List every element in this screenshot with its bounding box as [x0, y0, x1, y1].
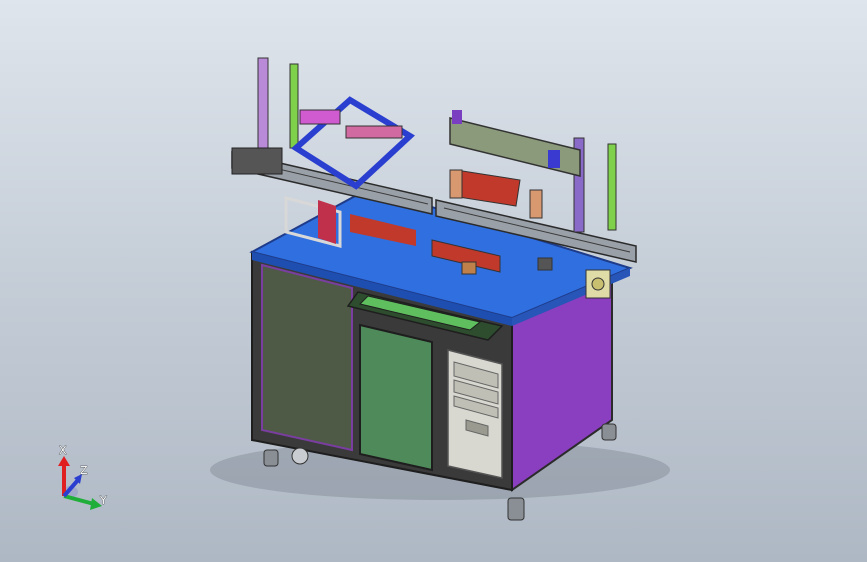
post-4	[607, 143, 617, 231]
control-box	[585, 269, 611, 299]
cad-viewport[interactable]: X Z Y	[0, 0, 867, 562]
triad-x-arrow	[58, 456, 70, 466]
pc-tower	[447, 349, 503, 479]
coordinate-triad: X Z Y	[58, 444, 107, 510]
left-fixture	[231, 147, 283, 175]
left-door	[261, 263, 353, 452]
triad-y-label: Y	[99, 494, 107, 507]
post-1	[257, 57, 269, 154]
triad-z-label: Z	[80, 464, 88, 477]
middle-door	[359, 323, 433, 472]
triad-y-axis	[63, 494, 95, 506]
triad-x-label: X	[59, 444, 67, 457]
post-2	[289, 63, 299, 149]
